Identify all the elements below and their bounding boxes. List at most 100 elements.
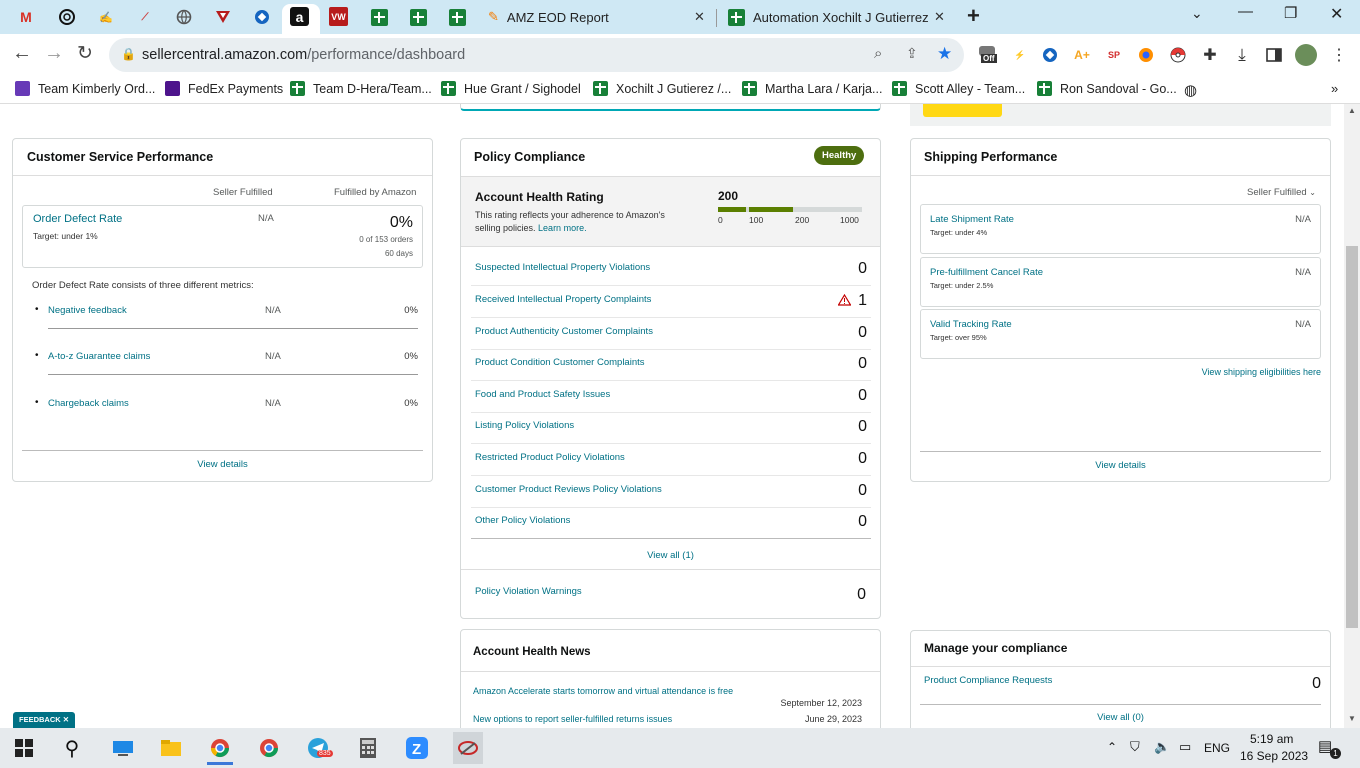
policy-row-link[interactable]: Product Authenticity Customer Complaints	[475, 326, 653, 337]
search-icon[interactable]: ⚲	[59, 736, 85, 760]
more-bookmarks-icon[interactable]: »	[1331, 81, 1338, 96]
zoom-icon[interactable]: ⌕	[874, 45, 882, 62]
restore-icon[interactable]: ❐	[1284, 4, 1297, 22]
policy-warnings-link[interactable]: Policy Violation Warnings	[475, 586, 582, 597]
side-panel-icon[interactable]	[1264, 45, 1284, 65]
tab-automation-sheet[interactable]: Automation Xochilt J Gutierrez (C	[718, 0, 934, 34]
news-item-link[interactable]: New options to report seller-fulfilled r…	[473, 714, 672, 724]
show-hidden-icons[interactable]: ⌃	[1107, 740, 1117, 754]
close-tab-icon[interactable]: ✕	[694, 9, 705, 25]
amazon-icon[interactable]: a	[290, 7, 309, 26]
bookmark-star-icon[interactable]: ★	[937, 44, 952, 64]
download-icon[interactable]: ⤓	[1232, 45, 1252, 65]
security-icon[interactable]: ⛉	[1130, 739, 1140, 755]
chrome-profile-icon[interactable]	[256, 736, 282, 760]
file-explorer-icon[interactable]	[158, 736, 184, 760]
profile-avatar[interactable]	[1295, 44, 1317, 66]
bookmark-item[interactable]: Martha Lara / Karja...	[742, 81, 882, 96]
diamond-extension-icon[interactable]	[1040, 45, 1060, 65]
scroll-down-icon[interactable]: ▼	[1348, 714, 1356, 723]
google-sheets-icon[interactable]	[446, 6, 468, 28]
view-details-link[interactable]: View details	[13, 459, 432, 470]
globe-icon[interactable]	[173, 6, 195, 28]
bookmark-item[interactable]: Xochilt J Gutierez /...	[593, 81, 731, 96]
compliance-requests-link[interactable]: Product Compliance Requests	[924, 675, 1052, 686]
telegram-icon[interactable]: 835	[305, 736, 333, 760]
gmail-icon[interactable]: M	[15, 6, 37, 28]
vw-logo-icon[interactable]: VW	[329, 7, 348, 26]
google-sheets-icon[interactable]	[368, 6, 390, 28]
clock-time[interactable]: 5:19 am	[1250, 732, 1293, 746]
bookmark-item[interactable]: Ron Sandoval - Go...	[1037, 81, 1177, 96]
diamond-logo-icon[interactable]	[251, 6, 273, 28]
bookmark-item[interactable]: Scott Alley - Team...	[892, 81, 1025, 96]
policy-row-link[interactable]: Suspected Intellectual Property Violatio…	[475, 262, 650, 273]
metric-link[interactable]: Negative feedback	[48, 305, 127, 316]
address-bar[interactable]: 🔒 sellercentral.amazon.com/performance/d…	[109, 38, 964, 72]
triangle-logo-icon[interactable]	[212, 6, 234, 28]
shipping-metric-link[interactable]: Late Shipment Rate	[930, 214, 1014, 225]
new-tab-icon[interactable]: +	[967, 3, 980, 29]
page-scrollbar[interactable]: ▲ ▼	[1344, 104, 1360, 728]
shipping-eligibilities-link[interactable]: View shipping eligibilities here	[1202, 367, 1321, 377]
clock-date[interactable]: 16 Sep 2023	[1240, 749, 1308, 763]
fulfillment-dropdown[interactable]: Seller Fulfilled ⌄	[1247, 187, 1316, 198]
google-sheets-icon[interactable]	[407, 6, 429, 28]
chatgpt-icon[interactable]	[56, 6, 78, 28]
ascout-extension-icon[interactable]: A+	[1072, 45, 1092, 65]
snipping-tool-icon[interactable]	[453, 732, 483, 764]
policy-row-link[interactable]: Other Policy Violations	[475, 515, 570, 526]
policy-row-link[interactable]: Restricted Product Policy Violations	[475, 452, 625, 463]
menu-kebab-icon[interactable]: ⋮	[1329, 45, 1349, 65]
windows-start-icon[interactable]	[11, 736, 37, 760]
learn-more-link[interactable]: Learn more.	[538, 223, 587, 233]
odr-link[interactable]: Order Defect Rate	[33, 213, 122, 225]
signature-icon[interactable]: ✍	[95, 6, 117, 28]
feedback-tab[interactable]: FEEDBACK ✕	[13, 712, 76, 728]
minimize-icon[interactable]: —	[1238, 3, 1253, 20]
reload-icon[interactable]: ↻	[77, 42, 93, 65]
zoom-app-icon[interactable]: Z	[404, 736, 430, 760]
share-icon[interactable]: ⇪	[906, 45, 918, 62]
policy-row-link[interactable]: Product Condition Customer Complaints	[475, 357, 645, 368]
network-icon[interactable]: ▭	[1179, 739, 1191, 755]
bookmark-item[interactable]: FedEx Payments	[165, 81, 283, 96]
view-all-link[interactable]: View all (1)	[461, 550, 880, 561]
volume-icon[interactable]: 🔈	[1154, 739, 1170, 755]
policy-row-link[interactable]: Customer Product Reviews Policy Violatio…	[475, 484, 662, 495]
arrow-logo-icon[interactable]: ⟋	[134, 6, 156, 28]
shipping-metric-link[interactable]: Pre-fulfillment Cancel Rate	[930, 267, 1043, 278]
remote-desktop-icon[interactable]	[110, 736, 136, 760]
globe-icon[interactable]: ◍	[1184, 81, 1197, 99]
off-extension-icon[interactable]: Off	[978, 46, 998, 68]
tab-search-chevron-icon[interactable]: ⌄	[1191, 5, 1203, 22]
bookmark-item[interactable]: Team Kimberly Ord...	[15, 81, 155, 96]
policy-row-link[interactable]: Received Intellectual Property Complaint…	[475, 294, 651, 305]
pokeball-extension-icon[interactable]	[1168, 45, 1188, 65]
cutoff-button[interactable]	[923, 104, 1002, 117]
chrome-icon[interactable]	[207, 734, 233, 765]
fox-extension-icon[interactable]	[1136, 45, 1156, 65]
policy-row-link[interactable]: Food and Product Safety Issues	[475, 389, 610, 400]
metric-link[interactable]: A-to-z Guarantee claims	[48, 351, 150, 362]
policy-row-link[interactable]: Listing Policy Violations	[475, 420, 574, 431]
news-item-link[interactable]: Amazon Accelerate starts tomorrow and vi…	[473, 684, 743, 698]
seller-extension-icon[interactable]: ⚡	[1010, 45, 1030, 65]
metric-link[interactable]: Chargeback claims	[48, 398, 129, 409]
close-tab-icon[interactable]: ✕	[934, 9, 945, 25]
extensions-puzzle-icon[interactable]: ✚	[1200, 45, 1220, 65]
back-icon[interactable]: ←	[12, 42, 32, 65]
forward-icon[interactable]: →	[44, 42, 64, 65]
calculator-icon[interactable]	[355, 736, 381, 760]
bookmark-item[interactable]: Hue Grant / Sighodel	[441, 81, 581, 96]
bookmark-item[interactable]: Team D-Hera/Team...	[290, 81, 432, 96]
close-icon[interactable]: ✕	[63, 715, 69, 724]
scroll-up-icon[interactable]: ▲	[1348, 106, 1356, 115]
scroll-thumb[interactable]	[1346, 246, 1358, 628]
language-indicator[interactable]: ENG	[1204, 741, 1230, 755]
view-details-link[interactable]: View details	[911, 460, 1330, 471]
tab-amz-eod-report[interactable]: ✎ AMZ EOD Report	[478, 0, 716, 34]
alert-extension-icon[interactable]: SP	[1104, 45, 1124, 65]
view-all-link[interactable]: View all (0)	[911, 712, 1330, 723]
close-window-icon[interactable]: ✕	[1330, 4, 1343, 24]
